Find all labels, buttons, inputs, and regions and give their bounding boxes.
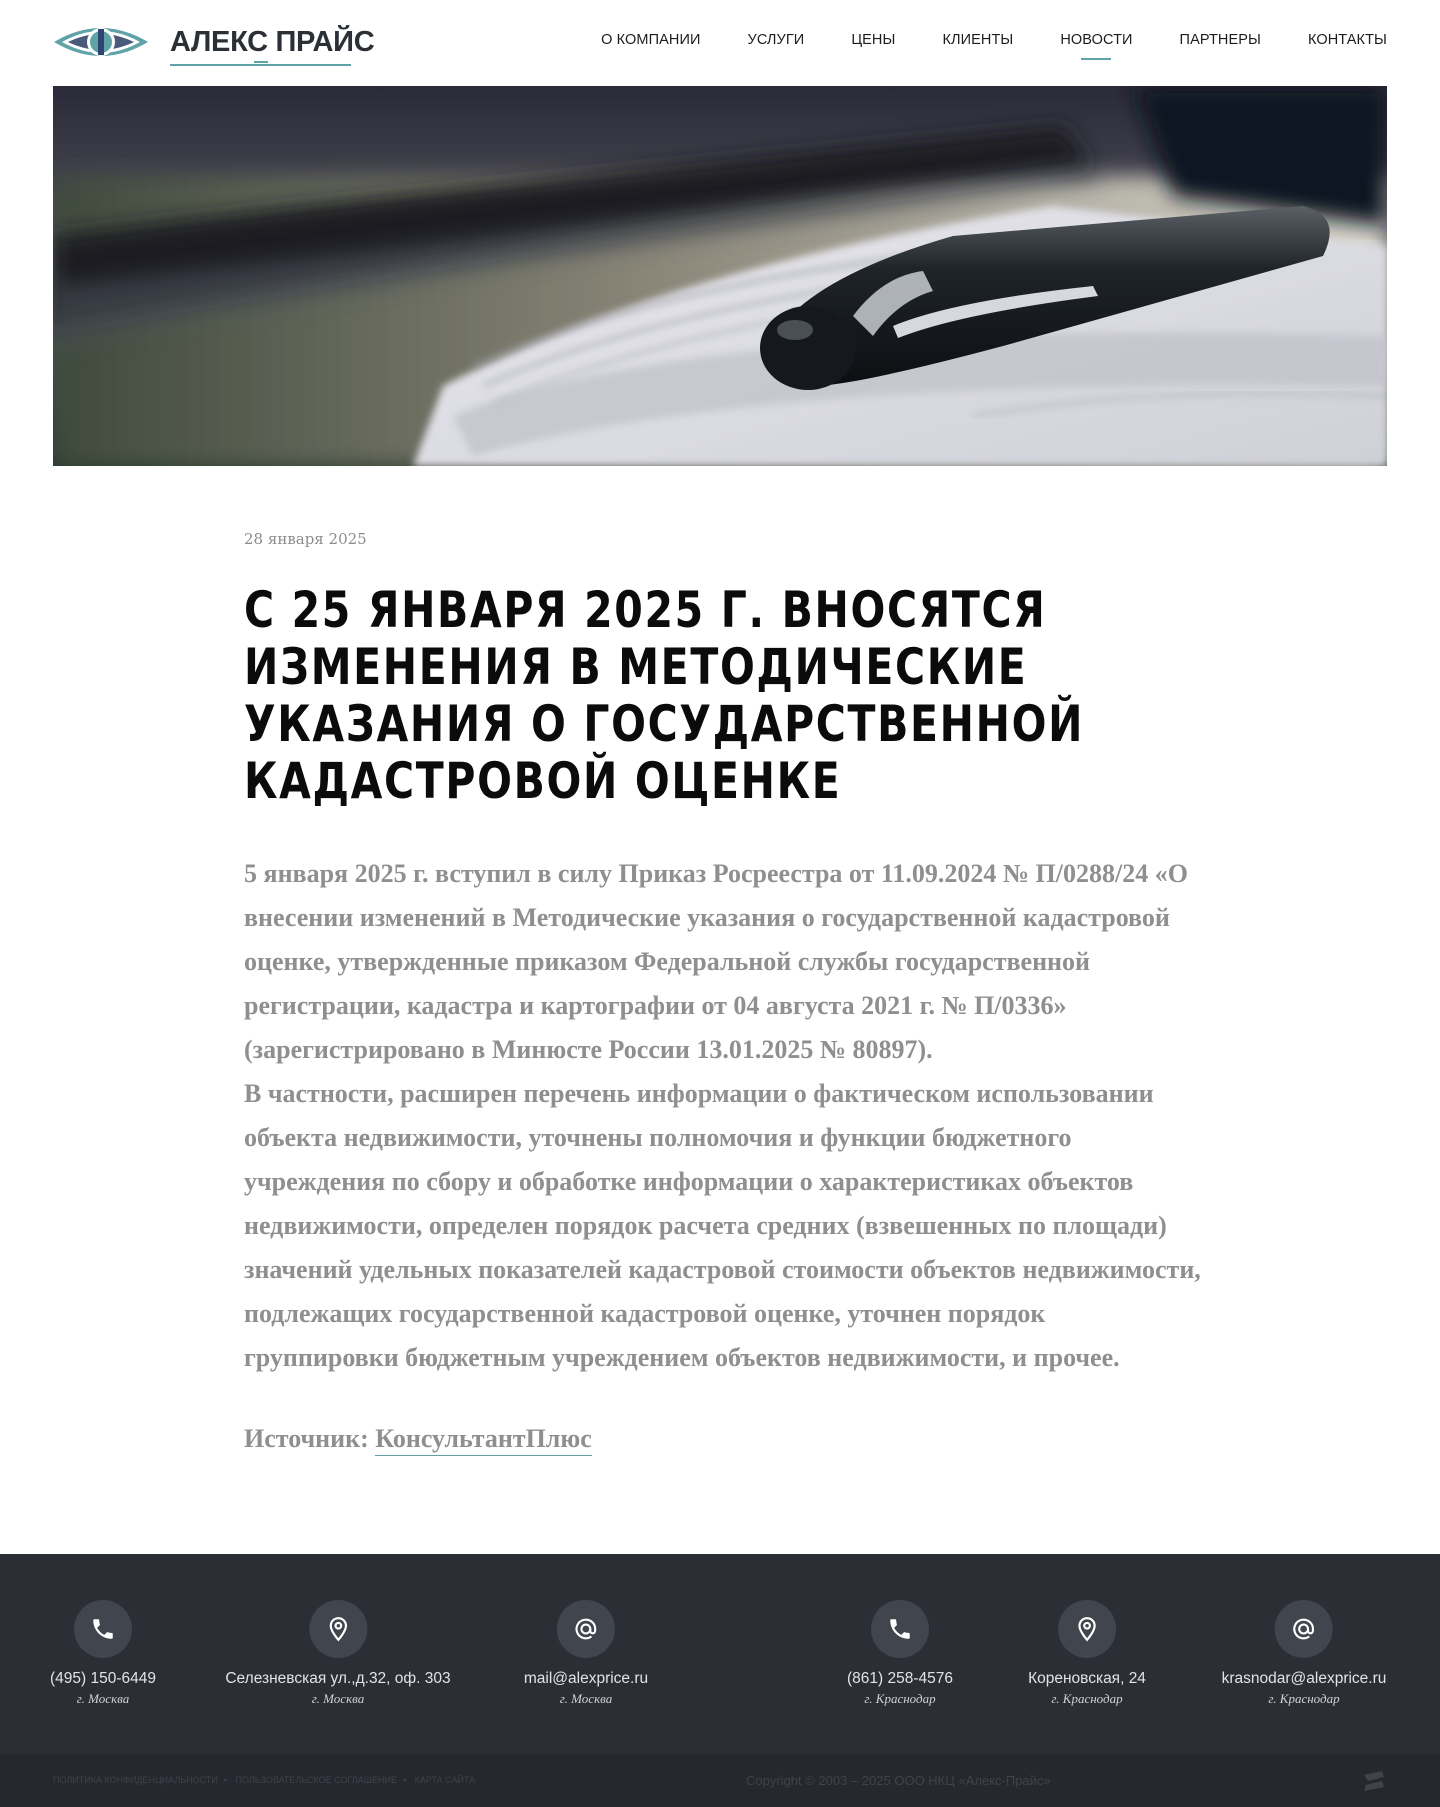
article-paragraph: В частности, расширен перечень информаци…	[244, 1079, 1201, 1372]
site-header: АЛЕКС ПРАЙС О КОМПАНИИ УСЛУГИ ЦЕНЫ КЛИЕН…	[0, 0, 1440, 86]
user-agreement-link[interactable]: ПОЛЬЗОВАТЕЛЬСКОЕ СОГЛАШЕНИЕ	[235, 1775, 396, 1785]
contact-value: krasnodar@alexprice.ru	[1221, 1670, 1387, 1687]
eye-logo-icon	[54, 28, 148, 56]
nav-item-prices[interactable]: ЦЕНЫ	[851, 32, 895, 48]
article-body: 5 января 2025 г. вступил в силу Приказ Р…	[244, 852, 1204, 1380]
article-date: 28 января 2025	[244, 530, 367, 548]
source-link[interactable]: КонсультантПлюс	[375, 1424, 592, 1456]
developer-logo-icon[interactable]	[1360, 1767, 1388, 1795]
location-pin-icon	[1058, 1600, 1116, 1658]
contact-address-moscow[interactable]: Селезневская ул.,д.32, оф. 303 г. Москва	[225, 1600, 451, 1707]
logo[interactable]: АЛЕКС ПРАЙС	[52, 20, 375, 66]
contact-value: Селезневская ул.,д.32, оф. 303	[225, 1670, 451, 1687]
nav-item-clients[interactable]: КЛИЕНТЫ	[942, 32, 1013, 48]
contact-email-moscow[interactable]: mail@alexprice.ru г. Москва	[524, 1600, 648, 1707]
contact-city: г. Москва	[311, 1691, 365, 1706]
contact-value: Кореновская, 24	[1028, 1670, 1146, 1687]
contact-city: г. Москва	[76, 1691, 130, 1706]
news-article: 28 января 2025 С 25 января 2025 г. внося…	[244, 530, 1204, 1456]
nav-item-contacts[interactable]: КОНТАКТЫ	[1308, 32, 1387, 48]
at-sign-icon	[557, 1600, 615, 1658]
location-pin-icon	[309, 1600, 367, 1658]
article-paragraph: 5 января 2025 г. вступил в силу Приказ Р…	[244, 859, 1188, 1064]
copyright: Copyright © 2003 – 2025 ООО НКЦ «Алекс-П…	[746, 1773, 1051, 1788]
nav-item-partners[interactable]: ПАРТНЕРЫ	[1180, 32, 1261, 48]
at-sign-icon	[1275, 1600, 1333, 1658]
contact-address-krasnodar[interactable]: Кореновская, 24 г. Краснодар	[1028, 1600, 1146, 1707]
contact-email-krasnodar[interactable]: krasnodar@alexprice.ru г. Краснодар	[1221, 1600, 1387, 1707]
logo-underline	[170, 61, 351, 66]
article-title: С 25 января 2025 г. вносятся изменения в…	[244, 581, 1085, 810]
contact-city: г. Краснодар	[1051, 1691, 1123, 1706]
hero-image	[53, 86, 1387, 466]
contact-city: г. Москва	[559, 1691, 613, 1706]
phone-icon	[74, 1600, 132, 1658]
sitemap-link[interactable]: КАРТА САЙТА	[415, 1775, 476, 1785]
phone-icon	[871, 1600, 929, 1658]
nav-item-services[interactable]: УСЛУГИ	[748, 32, 805, 48]
contact-value: mail@alexprice.ru	[523, 1670, 649, 1687]
source-label: Источник:	[244, 1424, 369, 1453]
site-footer: (495) 150-6449 г. Москва Селезневская ул…	[0, 1554, 1440, 1754]
nav-item-news[interactable]: НОВОСТИ	[1060, 32, 1132, 48]
contact-city: г. Краснодар	[1268, 1691, 1340, 1706]
main-nav: О КОМПАНИИ УСЛУГИ ЦЕНЫ КЛИЕНТЫ НОВОСТИ П…	[554, 32, 1387, 48]
legal-links: ПОЛИТИКА КОНФИДЕНЦИАЛЬНОСТИ • ПОЛЬЗОВАТЕЛ…	[53, 1775, 476, 1785]
sub-footer: ПОЛИТИКА КОНФИДЕНЦИАЛЬНОСТИ • ПОЛЬЗОВАТЕЛ…	[0, 1754, 1440, 1807]
contact-phone-krasnodar[interactable]: (861) 258-4576 г. Краснодар	[847, 1600, 953, 1707]
contact-value: (495) 150-6449	[50, 1670, 156, 1687]
nav-item-company[interactable]: О КОМПАНИИ	[601, 32, 700, 48]
logo-name: АЛЕКС ПРАЙС	[170, 26, 375, 58]
article-source: Источник: КонсультантПлюс	[244, 1424, 1204, 1456]
pen-notebook-photo	[53, 86, 1387, 466]
privacy-policy-link[interactable]: ПОЛИТИКА КОНФИДЕНЦИАЛЬНОСТИ	[53, 1775, 218, 1785]
contact-phone-moscow[interactable]: (495) 150-6449 г. Москва	[50, 1600, 156, 1707]
contact-value: (861) 258-4576	[847, 1670, 953, 1687]
contact-city: г. Краснодар	[864, 1691, 936, 1706]
